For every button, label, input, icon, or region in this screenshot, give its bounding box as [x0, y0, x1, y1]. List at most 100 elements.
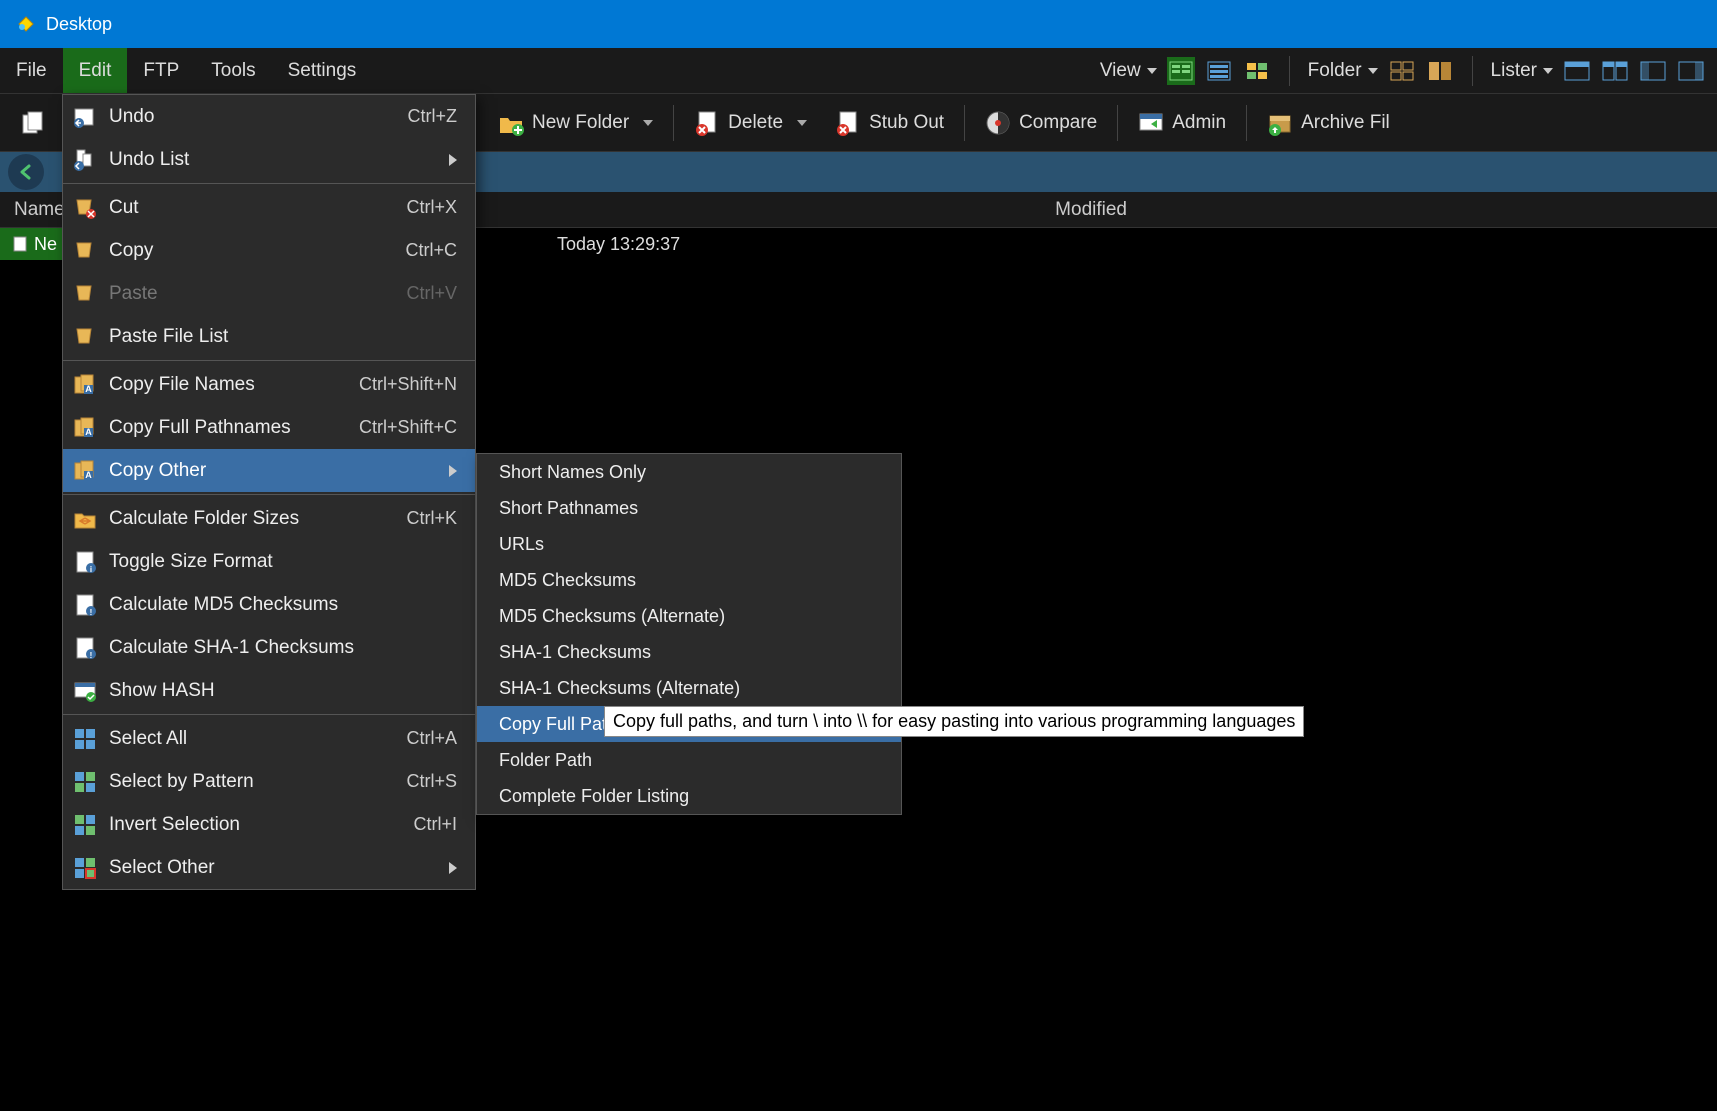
menu-edit[interactable]: Edit — [63, 48, 128, 93]
edit-menu-item[interactable]: Select Other — [63, 846, 475, 889]
menu-item-label: Calculate SHA-1 Checksums — [109, 637, 457, 659]
menu-item-shortcut: Ctrl+I — [413, 814, 457, 835]
svg-text:A: A — [85, 470, 92, 480]
edit-menu-item[interactable]: Show HASH — [63, 669, 475, 712]
new-folder-button[interactable]: New Folder — [486, 103, 665, 143]
submenu-item-label: Short Pathnames — [499, 498, 879, 519]
menu-settings[interactable]: Settings — [272, 48, 373, 93]
archive-icon — [1267, 110, 1293, 136]
menu-file[interactable]: File — [0, 48, 63, 93]
edit-menu-item[interactable]: A Copy Full Pathnames Ctrl+Shift+C — [63, 406, 475, 449]
submenu-item-label: URLs — [499, 534, 879, 555]
view-mode-details-icon[interactable] — [1167, 57, 1195, 85]
stub-out-label: Stub Out — [869, 112, 944, 134]
undo-icon — [73, 105, 97, 129]
view-dropdown[interactable]: View — [1100, 60, 1157, 82]
edit-menu-item[interactable]: !Calculate MD5 Checksums — [63, 583, 475, 626]
copy-other-item[interactable]: SHA-1 Checksums — [477, 634, 901, 670]
column-modified[interactable]: Modified — [470, 199, 1717, 221]
app-icon — [16, 14, 36, 34]
copy-files-button[interactable] — [8, 103, 58, 143]
archive-files-button[interactable]: Archive Fil — [1255, 103, 1402, 143]
edit-menu-dropdown: UndoCtrl+Z Undo List CutCtrl+X Copy Ctrl+C Pa… — [62, 94, 476, 890]
edit-menu-item[interactable]: Select by Pattern Ctrl+S — [63, 760, 475, 803]
menu-item-shortcut: Ctrl+A — [406, 728, 457, 749]
copy-other-item[interactable]: Short Names Only — [477, 454, 901, 490]
menu-item-label: Paste — [109, 283, 364, 305]
edit-menu-item[interactable]: CutCtrl+X — [63, 186, 475, 229]
menu-item-shortcut: Ctrl+S — [406, 771, 457, 792]
copy-other-item[interactable]: MD5 Checksums (Alternate) — [477, 598, 901, 634]
chevron-down-icon[interactable] — [643, 120, 653, 126]
svg-text:!: ! — [90, 608, 93, 617]
menu-item-shortcut: Ctrl+Shift+N — [359, 374, 457, 395]
admin-label: Admin — [1172, 112, 1226, 134]
menu-item-shortcut: Ctrl+V — [406, 283, 457, 304]
submenu-item-label: SHA-1 Checksums — [499, 642, 879, 663]
menu-item-label: Copy Full Pathnames — [109, 417, 317, 439]
menu-tools[interactable]: Tools — [195, 48, 271, 93]
edit-menu-item[interactable]: A Copy File Names Ctrl+Shift+N — [63, 363, 475, 406]
select-pattern-icon — [73, 770, 97, 794]
paste-icon — [73, 325, 97, 349]
edit-menu-item[interactable]: Copy Ctrl+C — [63, 229, 475, 272]
menu-item-shortcut: Ctrl+Shift+C — [359, 417, 457, 438]
copy-other-item[interactable]: MD5 Checksums — [477, 562, 901, 598]
file-name: Ne — [34, 234, 57, 255]
menu-item-label: Copy — [109, 240, 363, 262]
menu-item-label: Copy File Names — [109, 374, 317, 396]
menu-item-label: Select by Pattern — [109, 771, 364, 793]
folder-dropdown[interactable]: Folder — [1308, 60, 1378, 82]
copy-other-item[interactable]: SHA-1 Checksums (Alternate) — [477, 670, 901, 706]
view-mode-thumbnails-icon[interactable] — [1243, 57, 1271, 85]
folder-tree-icon[interactable] — [1388, 57, 1416, 85]
edit-menu-item[interactable]: !Calculate SHA-1 Checksums — [63, 626, 475, 669]
submenu-item-label: SHA-1 Checksums (Alternate) — [499, 678, 879, 699]
lister-dropdown[interactable]: Lister — [1491, 60, 1553, 82]
edit-menu-item[interactable]: iToggle Size Format — [63, 540, 475, 583]
admin-button[interactable]: Admin — [1126, 103, 1238, 143]
compare-button[interactable]: Compare — [973, 103, 1109, 143]
select-all-icon — [73, 727, 97, 751]
back-button[interactable] — [8, 154, 44, 190]
menubar: File Edit FTP Tools Settings View Folder — [0, 48, 1717, 94]
doc-check-icon: ! — [73, 593, 97, 617]
lister-layout-1-icon[interactable] — [1563, 57, 1591, 85]
edit-menu-item[interactable]: Paste File List — [63, 315, 475, 358]
menu-ftp[interactable]: FTP — [127, 48, 195, 93]
submenu-arrow-icon — [449, 862, 457, 874]
lister-layout-4-icon[interactable] — [1677, 57, 1705, 85]
edit-menu-item[interactable]: Undo List — [63, 138, 475, 181]
edit-menu-item[interactable]: Calculate Folder SizesCtrl+K — [63, 497, 475, 540]
cut-icon — [73, 196, 97, 220]
svg-text:A: A — [85, 427, 92, 437]
stub-out-button[interactable]: Stub Out — [823, 103, 956, 143]
edit-menu-item[interactable]: Invert SelectionCtrl+I — [63, 803, 475, 846]
copy-other-item[interactable]: URLs — [477, 526, 901, 562]
menu-item-shortcut: Ctrl+C — [405, 240, 457, 261]
copy-files-icon — [20, 110, 46, 136]
archive-files-label: Archive Fil — [1301, 112, 1390, 134]
edit-menu-item[interactable]: UndoCtrl+Z — [63, 95, 475, 138]
lister-layout-2-icon[interactable] — [1601, 57, 1629, 85]
chevron-down-icon[interactable] — [797, 120, 807, 126]
copy-other-item[interactable]: Short Pathnames — [477, 490, 901, 526]
menu-item-label: Select All — [109, 728, 364, 750]
svg-text:A: A — [85, 384, 92, 394]
menu-item-shortcut: Ctrl+K — [406, 508, 457, 529]
dual-pane-icon[interactable] — [1426, 57, 1454, 85]
menu-item-label: Undo List — [109, 149, 407, 171]
delete-label: Delete — [728, 112, 783, 134]
window-title: Desktop — [46, 14, 112, 35]
edit-menu-item[interactable]: ACopy Other — [63, 449, 475, 492]
menu-item-label: Toggle Size Format — [109, 551, 457, 573]
copy-other-item[interactable]: Complete Folder Listing — [477, 778, 901, 814]
titlebar: Desktop — [0, 0, 1717, 48]
menu-item-shortcut: Ctrl+X — [406, 197, 457, 218]
edit-menu-item[interactable]: Select All Ctrl+A — [63, 717, 475, 760]
menu-item-label: Undo — [109, 106, 366, 128]
view-mode-list-icon[interactable] — [1205, 57, 1233, 85]
copy-other-item[interactable]: Folder Path — [477, 742, 901, 778]
lister-layout-3-icon[interactable] — [1639, 57, 1667, 85]
delete-button[interactable]: Delete — [682, 103, 819, 143]
